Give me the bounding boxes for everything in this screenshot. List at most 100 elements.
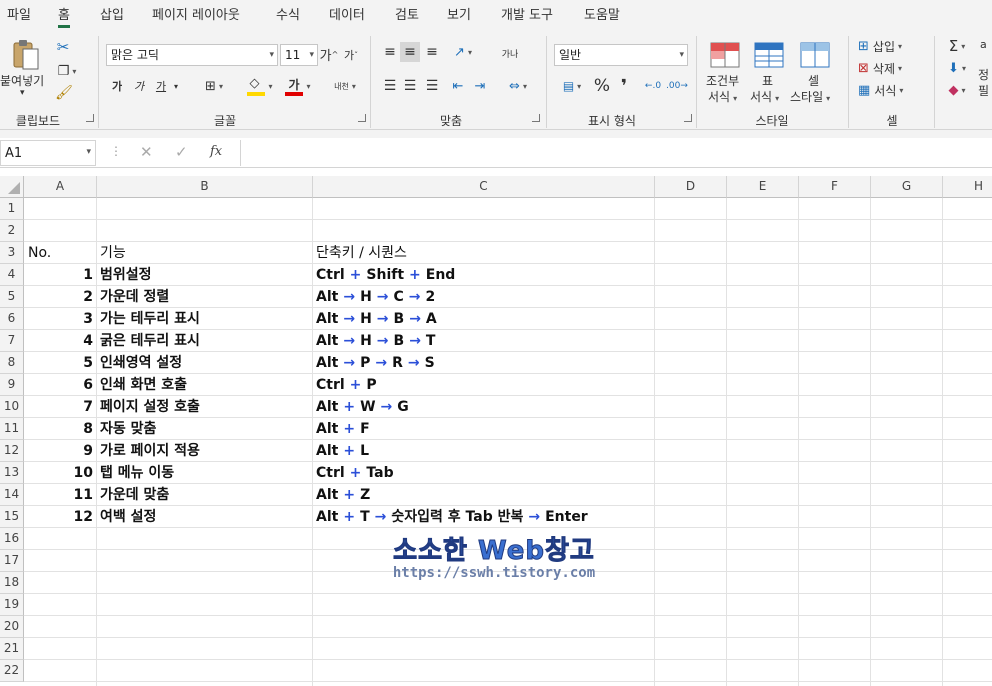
- align-top-icon[interactable]: ≡: [380, 42, 400, 62]
- name-box-dropdown-icon[interactable]: ▾: [86, 147, 91, 157]
- tab-data[interactable]: 데이터: [329, 8, 365, 28]
- row-header-6[interactable]: 6: [0, 308, 24, 330]
- alignment-launcher-icon[interactable]: [532, 114, 540, 122]
- format-as-table-button[interactable]: [752, 40, 786, 70]
- merge-center-icon[interactable]: ⇔ ▾: [500, 76, 536, 96]
- increase-decimal-icon[interactable]: ←.0: [642, 76, 664, 96]
- row-header-2[interactable]: 2: [0, 220, 24, 242]
- borders-button[interactable]: ⊞ ▾: [196, 76, 232, 96]
- cell-function[interactable]: 인쇄 화면 호출: [100, 374, 187, 396]
- row-header-13[interactable]: 13: [0, 462, 24, 484]
- align-center-icon[interactable]: ☰: [400, 76, 420, 96]
- cancel-entry-icon[interactable]: ✕: [140, 143, 153, 161]
- italic-button[interactable]: 가: [130, 76, 148, 96]
- cell-shortcut[interactable]: Alt + W → G: [316, 396, 409, 418]
- cell-no[interactable]: 8: [24, 418, 93, 440]
- comma-style-button[interactable]: ❜: [614, 74, 634, 98]
- conditional-format-button[interactable]: [706, 40, 744, 70]
- row-header-8[interactable]: 8: [0, 352, 24, 374]
- row-header-22[interactable]: 22: [0, 660, 24, 682]
- row-header-5[interactable]: 5: [0, 286, 24, 308]
- number-format-select[interactable]: 일반 ▾: [554, 44, 688, 66]
- confirm-entry-icon[interactable]: ✓: [175, 143, 188, 161]
- name-box[interactable]: A1 ▾: [0, 140, 96, 166]
- row-header-20[interactable]: 20: [0, 616, 24, 638]
- font-name-select[interactable]: 맑은 고딕 ▾: [106, 44, 278, 66]
- row-header-4[interactable]: 4: [0, 264, 24, 286]
- spreadsheet-grid[interactable]: A B C D E F G H 1 2 3 4 5 6 7 8 9 10 11 12 13 14 15 16 1…: [0, 176, 992, 686]
- font-launcher-icon[interactable]: [358, 114, 366, 122]
- row-header-12[interactable]: 12: [0, 440, 24, 462]
- cell-styles-button[interactable]: [798, 40, 832, 70]
- fill-color-button[interactable]: ◇ ▾: [242, 74, 278, 98]
- column-header-E[interactable]: E: [727, 176, 799, 198]
- cell-shortcut[interactable]: Ctrl + P: [316, 374, 377, 396]
- tab-developer[interactable]: 개발 도구: [501, 8, 553, 28]
- accounting-format-icon[interactable]: ▤ ▾: [554, 76, 590, 96]
- clipboard-launcher-icon[interactable]: [86, 114, 94, 122]
- cell-no[interactable]: 10: [24, 462, 93, 484]
- cell-shortcut[interactable]: Alt → H → B → T: [316, 330, 435, 352]
- cell-function[interactable]: 가운데 정렬: [100, 286, 169, 308]
- tab-insert[interactable]: 삽입: [100, 8, 124, 28]
- column-header-B[interactable]: B: [97, 176, 313, 198]
- cell-function[interactable]: 자동 맞춤: [100, 418, 156, 440]
- autosum-button[interactable]: Σ ▾: [942, 36, 972, 56]
- tab-formulas[interactable]: 수식: [276, 8, 300, 28]
- cell-no[interactable]: 6: [24, 374, 93, 396]
- row-header-9[interactable]: 9: [0, 374, 24, 396]
- wrap-text-button[interactable]: 가나: [496, 38, 524, 68]
- row-header-15[interactable]: 15: [0, 506, 24, 528]
- font-color-button[interactable]: 가 ▾: [280, 74, 316, 98]
- delete-cells-button[interactable]: ⊠ 삭제 ▾: [858, 58, 924, 78]
- tab-help[interactable]: 도움말: [584, 8, 620, 28]
- cell-C3[interactable]: 단축키 / 시퀀스: [316, 242, 407, 264]
- cell-shortcut[interactable]: Ctrl + Shift + End: [316, 264, 455, 286]
- cell-no[interactable]: 9: [24, 440, 93, 462]
- number-launcher-icon[interactable]: [684, 114, 692, 122]
- insert-cells-button[interactable]: ⊞ 삽입 ▾: [858, 36, 924, 56]
- insert-function-icon[interactable]: fx: [210, 144, 222, 159]
- row-header-1[interactable]: 1: [0, 198, 24, 220]
- underline-button[interactable]: 가: [152, 76, 170, 96]
- orientation-icon[interactable]: ↗ ▾: [448, 42, 478, 62]
- row-header-16[interactable]: 16: [0, 528, 24, 550]
- column-header-D[interactable]: D: [655, 176, 727, 198]
- shrink-font-button[interactable]: 가ˇ: [342, 45, 360, 65]
- cell-function[interactable]: 범위설정: [100, 264, 152, 286]
- cell-shortcut[interactable]: Alt → H → B → A: [316, 308, 437, 330]
- row-header-10[interactable]: 10: [0, 396, 24, 418]
- tab-review[interactable]: 검토: [395, 8, 419, 28]
- row-header-19[interactable]: 19: [0, 594, 24, 616]
- align-left-icon[interactable]: ☰: [380, 76, 400, 96]
- bold-button[interactable]: 가: [108, 76, 126, 96]
- select-all-corner[interactable]: [0, 176, 24, 198]
- cell-shortcut[interactable]: Alt + L: [316, 440, 369, 462]
- paste-dropdown-icon[interactable]: ▾: [20, 88, 25, 98]
- decrease-decimal-icon[interactable]: .00→: [666, 76, 688, 96]
- cell-function[interactable]: 인쇄영역 설정: [100, 352, 182, 374]
- clear-button[interactable]: ◆ ▾: [942, 80, 972, 100]
- cell-shortcut[interactable]: Alt → P → R → S: [316, 352, 435, 374]
- cell-function[interactable]: 가로 페이지 적용: [100, 440, 200, 462]
- phonetic-button[interactable]: 내천 ▾: [328, 76, 362, 96]
- align-bottom-icon[interactable]: ≡: [422, 42, 442, 62]
- row-header-17[interactable]: 17: [0, 550, 24, 572]
- underline-dropdown-icon[interactable]: ▾: [170, 76, 182, 96]
- copy-icon[interactable]: ❐ ▾: [52, 62, 82, 80]
- cell-no[interactable]: 4: [24, 330, 93, 352]
- cell-B3[interactable]: 기능: [100, 242, 126, 264]
- cell-shortcut[interactable]: Alt + T → 숫자입력 후 Tab 반복 → Enter: [316, 506, 588, 528]
- row-header-7[interactable]: 7: [0, 330, 24, 352]
- cell-shortcut[interactable]: Alt → H → C → 2: [316, 286, 435, 308]
- tab-home[interactable]: 홈: [58, 8, 70, 28]
- format-cells-button[interactable]: ▦ 서식 ▾: [858, 80, 924, 100]
- font-size-select[interactable]: 11 ▾: [280, 44, 318, 66]
- cell-function[interactable]: 가운데 맞춤: [100, 484, 169, 506]
- tab-page-layout[interactable]: 페이지 레이아웃: [152, 8, 240, 28]
- format-painter-icon[interactable]: 🖌: [54, 84, 74, 102]
- cell-A3[interactable]: No.: [28, 242, 51, 264]
- cell-function[interactable]: 페이지 설정 호출: [100, 396, 200, 418]
- grow-font-button[interactable]: 가 ^: [320, 44, 339, 64]
- column-header-A[interactable]: A: [24, 176, 97, 198]
